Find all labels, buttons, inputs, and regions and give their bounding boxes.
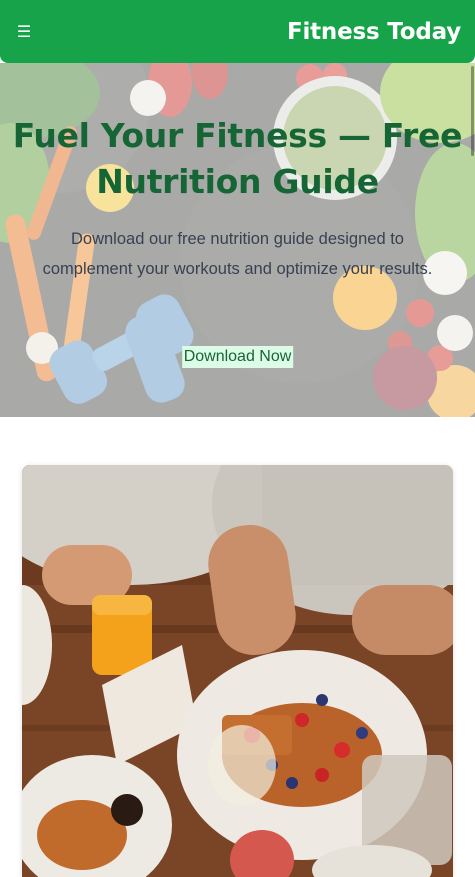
hamburger-menu-icon[interactable]: ☰ [14,22,34,42]
site-brand[interactable]: Fitness Today [287,19,461,45]
top-navbar: ☰ Fitness Today [0,0,475,63]
hero-title: Fuel Your Fitness — Free Nutrition Guide [12,116,463,201]
scrollbar-thumb[interactable] [471,66,474,156]
hero-content: Fuel Your Fitness — Free Nutrition Guide… [0,63,475,417]
meal-photo-image [22,465,453,877]
hero-description: Download our free nutrition guide design… [42,230,433,278]
hero-section: Fuel Your Fitness — Free Nutrition Guide… [0,63,475,417]
download-now-button[interactable]: Download Now [181,346,294,368]
feature-image-card [22,465,453,877]
